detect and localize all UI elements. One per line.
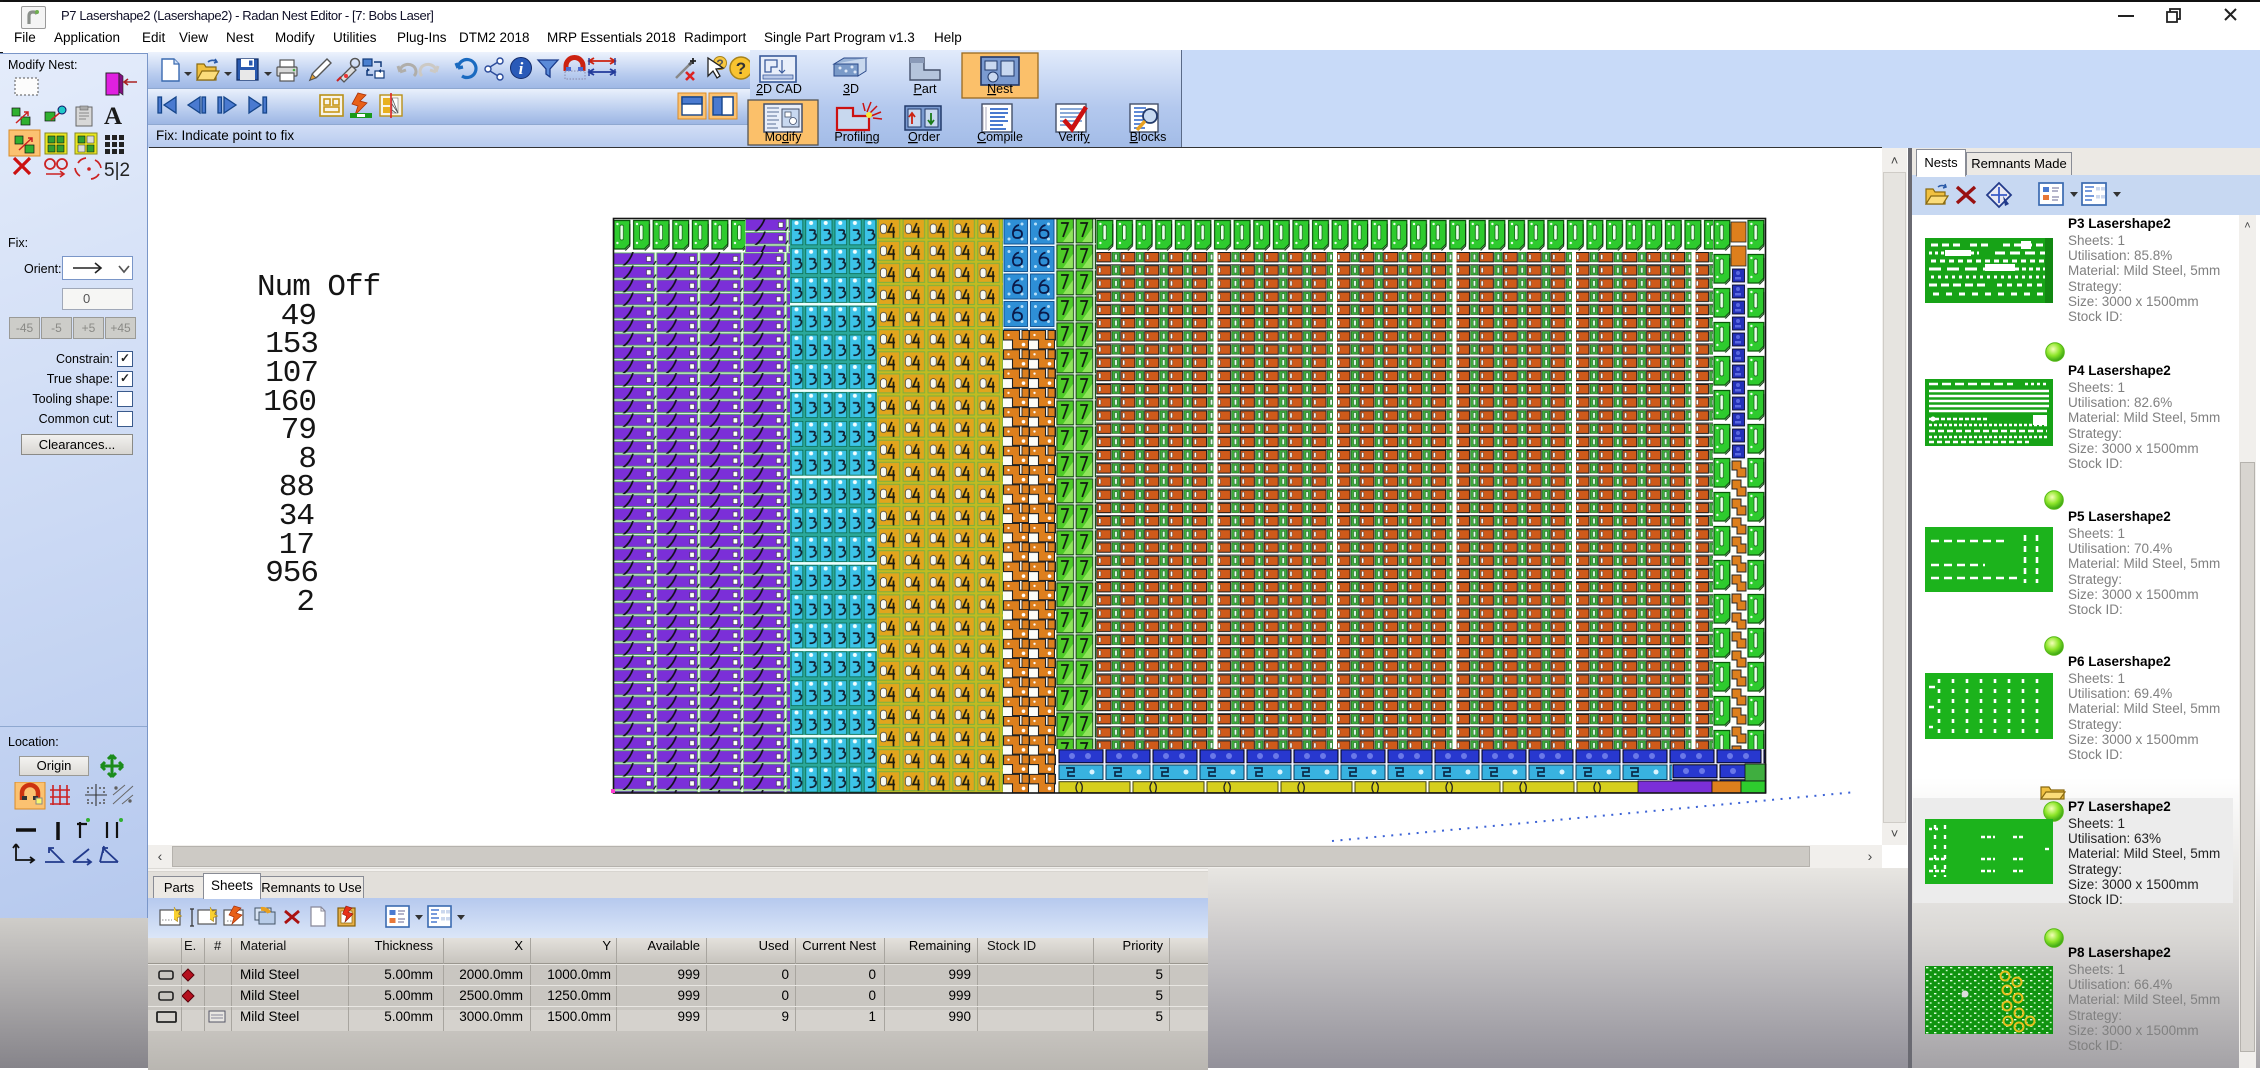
svg-text:Compile: Compile (977, 130, 1023, 144)
svg-text:Part: Part (914, 82, 937, 96)
svg-text:Blocks: Blocks (1130, 130, 1167, 144)
svg-text:2D CAD: 2D CAD (756, 82, 802, 96)
svg-text:Num Off: Num Off (257, 270, 380, 305)
svg-text:Order: Order (908, 130, 940, 144)
svg-text:5|2: 5|2 (104, 160, 130, 181)
svg-text:2: 2 (296, 585, 314, 620)
svg-text:Modify: Modify (765, 130, 803, 144)
svg-text:Nest: Nest (987, 82, 1013, 96)
svg-text:Verify: Verify (1058, 130, 1090, 144)
svg-text:i: i (519, 59, 524, 78)
svg-text:3D: 3D (843, 82, 859, 96)
svg-text:Profiling: Profiling (834, 130, 879, 144)
svg-text:A: A (104, 103, 122, 130)
